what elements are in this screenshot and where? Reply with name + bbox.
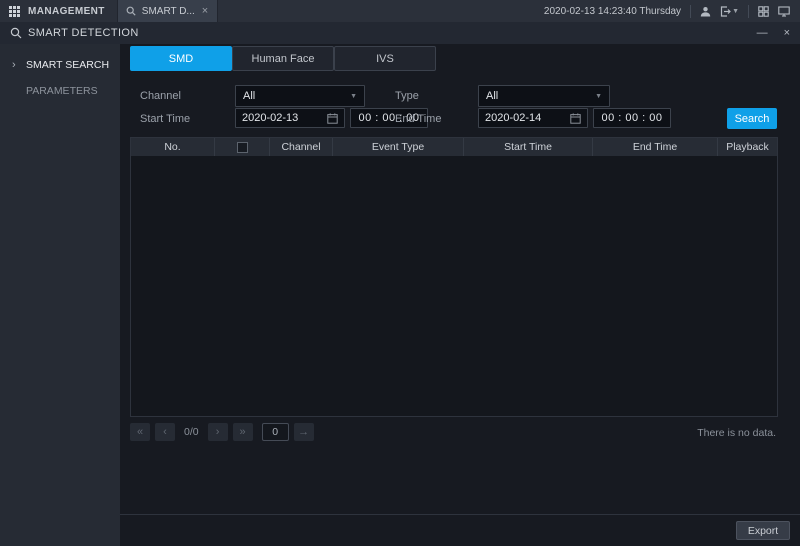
apps-menu-button[interactable] bbox=[0, 0, 28, 22]
smart-detection-icon bbox=[10, 27, 22, 39]
prev-page-button[interactable]: ‹ bbox=[155, 423, 175, 441]
topbar-right: 2020-02-13 14:23:40 Thursday ▼ bbox=[544, 5, 800, 18]
channel-select-value: All bbox=[243, 90, 255, 102]
minimize-icon[interactable]: — bbox=[757, 28, 768, 39]
sidebar-item-smart-search[interactable]: › SMART SEARCH bbox=[0, 52, 120, 78]
end-time-label: End Time bbox=[395, 108, 441, 130]
separator bbox=[748, 5, 749, 18]
tab-smart-detection-window[interactable]: SMART D... × bbox=[117, 0, 218, 22]
last-page-button[interactable]: » bbox=[233, 423, 253, 441]
header-event-type: Event Type bbox=[332, 138, 463, 156]
detection-tabs: SMD Human Face IVS bbox=[130, 46, 436, 71]
chevron-down-icon: ▼ bbox=[350, 93, 357, 100]
monitor-icon bbox=[778, 6, 790, 17]
chevron-down-icon: ▼ bbox=[595, 93, 602, 100]
logout-button[interactable]: ▼ bbox=[720, 6, 739, 17]
tab-ivs[interactable]: IVS bbox=[334, 46, 436, 71]
calendar-icon[interactable] bbox=[570, 113, 581, 124]
tab-human-face[interactable]: Human Face bbox=[232, 46, 334, 71]
sidebar-item-parameters[interactable]: PARAMETERS bbox=[0, 78, 120, 104]
top-bar: MANAGEMENT SMART D... × 2020-02-13 14:23… bbox=[0, 0, 800, 22]
end-time-field[interactable]: 00 : 00 : 00 bbox=[593, 108, 671, 128]
chevron-right-icon: › bbox=[12, 59, 26, 71]
search-button[interactable]: Search bbox=[727, 108, 777, 129]
table-body bbox=[131, 156, 777, 416]
tab-label: IVS bbox=[376, 53, 394, 65]
table-header-row: No. Channel Event Type Start Time End Ti… bbox=[131, 138, 777, 156]
window-title-bar: SMART DETECTION — × bbox=[0, 22, 800, 44]
type-select[interactable]: All ▼ bbox=[478, 85, 610, 107]
header-playback: Playback bbox=[717, 138, 777, 156]
page-indicator: 0/0 bbox=[184, 426, 199, 438]
user-icon bbox=[700, 6, 711, 17]
header-select bbox=[214, 138, 269, 156]
page-title: SMART DETECTION bbox=[28, 27, 139, 39]
logout-icon bbox=[720, 6, 731, 17]
page-number-input[interactable] bbox=[262, 423, 289, 441]
select-all-checkbox[interactable] bbox=[237, 142, 248, 153]
channel-select[interactable]: All ▼ bbox=[235, 85, 365, 107]
header-end-time: End Time bbox=[592, 138, 717, 156]
go-page-button[interactable]: → bbox=[294, 423, 314, 441]
calendar-icon[interactable] bbox=[327, 113, 338, 124]
window-controls: — × bbox=[757, 28, 790, 39]
end-date-field[interactable]: 2020-02-14 bbox=[478, 108, 588, 128]
tab-label: SMD bbox=[169, 53, 193, 65]
sidebar-item-label: SMART SEARCH bbox=[26, 59, 109, 71]
chevron-down-icon: ▼ bbox=[732, 8, 739, 15]
layout-grid-icon bbox=[758, 6, 769, 17]
main-content: SMD Human Face IVS Channel All ▼ Type Al… bbox=[120, 44, 800, 546]
start-time-label: Start Time bbox=[140, 108, 190, 130]
tab-label: Human Face bbox=[252, 53, 315, 65]
first-page-button[interactable]: « bbox=[130, 423, 150, 441]
layout-switch-button[interactable] bbox=[758, 6, 769, 17]
no-data-status: There is no data. bbox=[697, 427, 776, 439]
start-date-value: 2020-02-13 bbox=[242, 112, 298, 124]
close-icon[interactable]: × bbox=[784, 28, 790, 39]
tab-close-icon[interactable]: × bbox=[201, 6, 209, 17]
footer-divider bbox=[120, 514, 800, 515]
display-switch-button[interactable] bbox=[778, 6, 790, 17]
type-label: Type bbox=[395, 85, 419, 107]
next-page-button[interactable]: › bbox=[208, 423, 228, 441]
header-channel: Channel bbox=[269, 138, 332, 156]
sidebar: › SMART SEARCH PARAMETERS bbox=[0, 44, 120, 546]
start-date-field[interactable]: 2020-02-13 bbox=[235, 108, 345, 128]
apps-grid-icon bbox=[9, 6, 20, 17]
tab-smd[interactable]: SMD bbox=[130, 46, 232, 71]
header-start-time: Start Time bbox=[463, 138, 592, 156]
type-select-value: All bbox=[486, 90, 498, 102]
results-table: No. Channel Event Type Start Time End Ti… bbox=[130, 137, 778, 417]
detection-tab-icon bbox=[126, 6, 136, 16]
end-date-value: 2020-02-14 bbox=[485, 112, 541, 124]
sidebar-item-label: PARAMETERS bbox=[26, 85, 98, 97]
system-datetime: 2020-02-13 14:23:40 Thursday bbox=[544, 6, 681, 17]
smart-detection-window: MANAGEMENT SMART D... × 2020-02-13 14:23… bbox=[0, 0, 800, 546]
end-time-value: 00 : 00 : 00 bbox=[601, 112, 662, 124]
export-button[interactable]: Export bbox=[736, 521, 790, 540]
header-no: No. bbox=[131, 138, 214, 156]
pagination: « ‹ 0/0 › » → bbox=[130, 423, 314, 441]
management-label: MANAGEMENT bbox=[28, 6, 105, 17]
channel-label: Channel bbox=[140, 85, 181, 107]
user-account-button[interactable] bbox=[700, 6, 711, 17]
separator bbox=[690, 5, 691, 18]
tab-label: SMART D... bbox=[142, 6, 195, 17]
